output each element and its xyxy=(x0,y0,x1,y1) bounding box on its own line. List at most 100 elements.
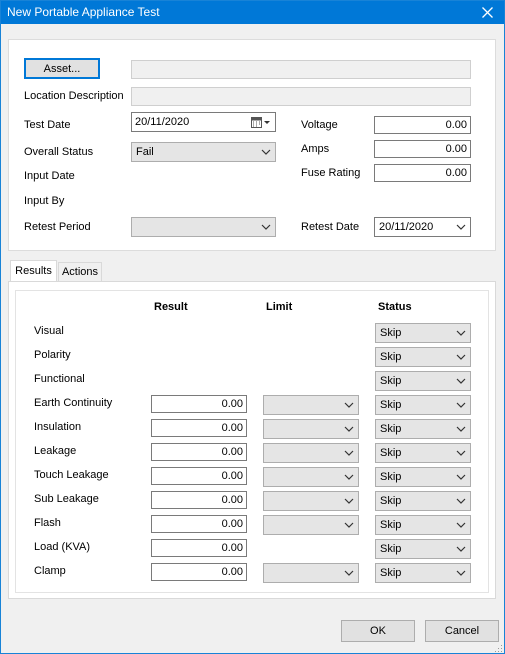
chevron-down-icon xyxy=(456,354,466,360)
status-value: Skip xyxy=(380,327,402,339)
status-select[interactable]: Skip xyxy=(375,515,471,535)
chevron-down-icon xyxy=(261,149,271,155)
title-bar: New Portable Appliance Test xyxy=(1,1,504,24)
input-by-label: Input By xyxy=(24,195,65,207)
result-input[interactable]: 0.00 xyxy=(151,443,247,461)
test-name-label: Earth Continuity xyxy=(34,397,113,409)
status-select[interactable]: Skip xyxy=(375,539,471,559)
resize-grip-icon[interactable] xyxy=(491,641,503,653)
test-name-label: Visual xyxy=(34,325,64,337)
status-select[interactable]: Skip xyxy=(375,323,471,343)
chevron-down-icon xyxy=(344,522,354,528)
test-name-label: Flash xyxy=(34,517,61,529)
result-input[interactable]: 0.00 xyxy=(151,467,247,485)
retest-period-select[interactable] xyxy=(131,217,276,237)
chevron-down-icon xyxy=(344,402,354,408)
asset-field xyxy=(131,60,471,79)
limit-select[interactable] xyxy=(263,419,359,439)
limit-select[interactable] xyxy=(263,563,359,583)
limit-select[interactable] xyxy=(263,515,359,535)
status-select[interactable]: Skip xyxy=(375,395,471,415)
retest-date-value: 20/11/2020 xyxy=(379,221,434,233)
result-input[interactable]: 0.00 xyxy=(151,515,247,533)
chevron-down-icon xyxy=(456,498,466,504)
chevron-down-icon xyxy=(456,330,466,336)
location-field xyxy=(131,87,471,106)
test-date-label: Test Date xyxy=(24,119,71,131)
status-value: Skip xyxy=(380,495,402,507)
voltage-input[interactable]: 0.00 xyxy=(374,116,471,134)
tab-actions[interactable]: Actions xyxy=(58,262,102,281)
status-select[interactable]: Skip xyxy=(375,419,471,439)
chevron-down-icon xyxy=(344,570,354,576)
retest-period-label: Retest Period xyxy=(24,221,91,233)
overall-status-select[interactable]: Fail xyxy=(131,142,276,162)
status-column-header: Status xyxy=(378,301,412,313)
status-value: Skip xyxy=(380,567,402,579)
test-name-label: Polarity xyxy=(34,349,71,361)
amps-label: Amps xyxy=(301,143,330,155)
fuse-rating-input[interactable]: 0.00 xyxy=(374,164,471,182)
test-name-label: Sub Leakage xyxy=(34,493,99,505)
location-label: Location Description xyxy=(24,90,124,102)
dialog-window: New Portable Appliance Test Asset... Loc… xyxy=(0,0,505,654)
test-date-picker[interactable]: 20/11/2020 xyxy=(131,112,276,132)
retest-date-picker[interactable]: 20/11/2020 xyxy=(374,217,471,237)
status-value: Skip xyxy=(380,447,402,459)
result-input[interactable]: 0.00 xyxy=(151,419,247,437)
status-value: Skip xyxy=(380,543,402,555)
close-button[interactable] xyxy=(470,1,504,24)
result-input[interactable]: 0.00 xyxy=(151,491,247,509)
chevron-down-icon xyxy=(344,426,354,432)
test-name-label: Functional xyxy=(34,373,85,385)
result-input[interactable]: 0.00 xyxy=(151,395,247,413)
chevron-down-icon xyxy=(456,426,466,432)
test-name-label: Load (KVA) xyxy=(34,541,91,553)
status-value: Skip xyxy=(380,375,402,387)
input-date-label: Input Date xyxy=(24,170,75,182)
chevron-down-icon xyxy=(456,570,466,576)
status-value: Skip xyxy=(380,471,402,483)
test-name-label: Clamp xyxy=(34,565,66,577)
status-select[interactable]: Skip xyxy=(375,371,471,391)
fuse-rating-label: Fuse Rating xyxy=(301,167,361,179)
limit-select[interactable] xyxy=(263,395,359,415)
voltage-label: Voltage xyxy=(301,119,338,131)
chevron-down-icon xyxy=(456,474,466,480)
ok-button[interactable]: OK xyxy=(341,620,415,642)
status-select[interactable]: Skip xyxy=(375,443,471,463)
status-select[interactable]: Skip xyxy=(375,467,471,487)
cancel-button[interactable]: Cancel xyxy=(425,620,499,642)
chevron-down-icon xyxy=(456,378,466,384)
tab-results[interactable]: Results xyxy=(10,260,57,281)
status-select[interactable]: Skip xyxy=(375,491,471,511)
status-value: Skip xyxy=(380,423,402,435)
chevron-down-icon xyxy=(344,474,354,480)
overall-status-value: Fail xyxy=(136,146,154,158)
close-icon xyxy=(481,7,493,18)
chevron-down-icon xyxy=(344,498,354,504)
chevron-down-icon xyxy=(456,522,466,528)
status-select[interactable]: Skip xyxy=(375,563,471,583)
overall-status-label: Overall Status xyxy=(24,146,94,158)
chevron-down-icon xyxy=(344,450,354,456)
limit-column-header: Limit xyxy=(266,301,293,313)
asset-button[interactable]: Asset... xyxy=(24,58,100,79)
test-name-label: Leakage xyxy=(34,445,77,457)
status-value: Skip xyxy=(380,351,402,363)
window-title: New Portable Appliance Test xyxy=(7,5,160,19)
status-value: Skip xyxy=(380,399,402,411)
chevron-down-icon xyxy=(456,224,466,230)
status-select[interactable]: Skip xyxy=(375,347,471,367)
calendar-icon[interactable] xyxy=(251,117,271,128)
limit-select[interactable] xyxy=(263,443,359,463)
chevron-down-icon xyxy=(456,450,466,456)
result-input[interactable]: 0.00 xyxy=(151,539,247,557)
amps-input[interactable]: 0.00 xyxy=(374,140,471,158)
chevron-down-icon xyxy=(456,546,466,552)
retest-date-label: Retest Date xyxy=(301,221,360,233)
limit-select[interactable] xyxy=(263,491,359,511)
limit-select[interactable] xyxy=(263,467,359,487)
result-input[interactable]: 0.00 xyxy=(151,563,247,581)
chevron-down-icon xyxy=(456,402,466,408)
